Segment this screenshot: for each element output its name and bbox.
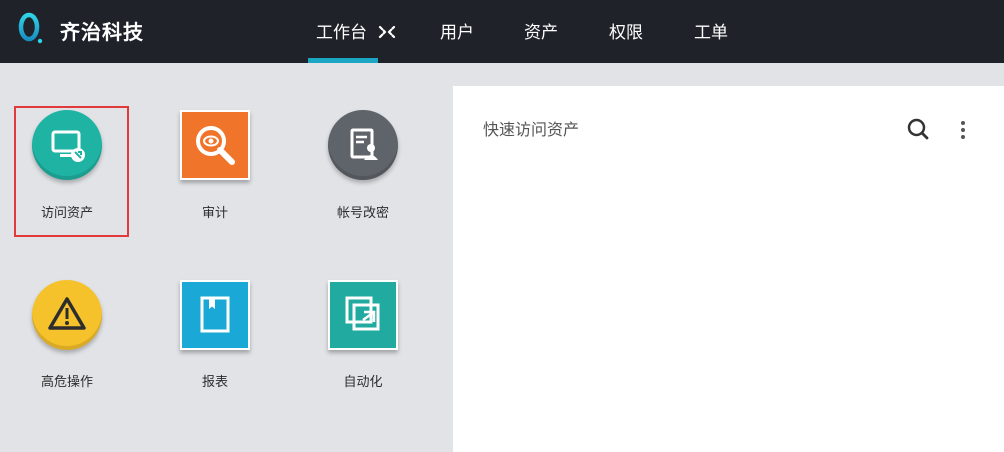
app-tile-password-change[interactable]: 帐号改密	[313, 110, 413, 228]
more-options-icon[interactable]	[958, 119, 968, 141]
app-tile-automation[interactable]: 自动化	[313, 280, 413, 390]
automation-icon	[328, 280, 398, 350]
logo-icon[interactable]	[18, 12, 44, 46]
nav-tab-assets[interactable]: 资产	[524, 18, 558, 43]
app-label: 审计	[201, 206, 228, 221]
app-label: 自动化	[343, 375, 383, 390]
nav-tab-workbench[interactable]: 工作台	[316, 18, 396, 43]
monitor-icon	[32, 110, 102, 180]
app-tile-access-assets[interactable]: 访问资产	[17, 110, 117, 228]
app-label: 帐号改密	[336, 206, 389, 221]
brand-name[interactable]: 齐治科技	[60, 16, 144, 45]
account-document-icon	[328, 110, 398, 180]
panel-title: 快速访问资产	[483, 120, 580, 139]
app-label: 访问资产	[40, 206, 93, 221]
warning-icon	[32, 280, 102, 350]
app-tile-reports[interactable]: 报表	[165, 280, 265, 390]
nav-tab-label: 工作台	[316, 23, 367, 43]
magnifier-eye-icon	[180, 110, 250, 180]
app-tile-high-risk[interactable]: 高危操作	[17, 280, 117, 390]
app-label: 报表	[201, 375, 228, 390]
search-icon[interactable]	[906, 117, 930, 141]
nav-tab-users[interactable]: 用户	[440, 18, 474, 43]
report-book-icon	[180, 280, 250, 350]
top-navigation-bar: 齐治科技 工作台 用户 资产 权限 工单	[0, 0, 1004, 63]
app-tile-audit[interactable]: 审计	[165, 110, 265, 228]
active-tab-indicator	[308, 58, 378, 63]
app-label: 高危操作	[40, 375, 93, 390]
nav-tab-permissions[interactable]: 权限	[609, 18, 643, 43]
quick-access-panel: 快速访问资产	[453, 86, 1004, 452]
shuffle-icon	[379, 25, 396, 38]
nav-tab-tickets[interactable]: 工单	[694, 18, 728, 43]
